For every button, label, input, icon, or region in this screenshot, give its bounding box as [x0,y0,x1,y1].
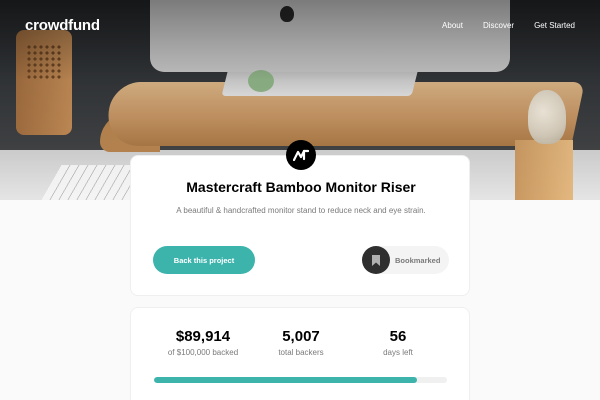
bookmark-icon-svg [372,254,380,266]
project-card: Mastercraft Bamboo Monitor Riser A beaut… [130,155,470,296]
nav-link-discover[interactable]: Discover [483,21,514,30]
progress-fill [154,377,418,383]
logo[interactable]: crowdfund [25,17,100,34]
project-description: A beautiful & handcrafted monitor stand … [176,206,426,215]
stat-days-label: days left [383,348,413,357]
mastercraft-logo-svg [293,149,309,161]
stat-backers: 5,007 total backers [251,328,351,357]
stat-backers-label: total backers [278,348,324,357]
bookmark-label: Bookmarked [395,255,441,265]
stat-days-value: 56 [389,328,407,345]
progress-bar [154,377,447,383]
bookmark-icon [362,246,390,274]
project-title: Mastercraft Bamboo Monitor Riser [186,179,416,195]
mastercraft-logo-icon [286,140,316,170]
nav-link-about[interactable]: About [442,21,463,30]
top-nav: crowdfund About Discover Get Started [0,0,600,52]
nav-link-get-started[interactable]: Get Started [534,21,575,30]
bookmark-button[interactable]: Bookmarked [362,246,449,274]
stat-days: 56 days left [348,328,448,357]
nav-links: About Discover Get Started [442,21,575,30]
back-project-button[interactable]: Back this project [153,246,255,274]
stat-backed-label: of $100,000 backed [167,348,239,357]
stat-backers-value: 5,007 [282,328,320,345]
stat-backed-value: $89,914 [175,328,231,345]
stats-card: $89,914 of $100,000 backed 5,007 total b… [130,307,470,400]
stat-backed: $89,914 of $100,000 backed [153,328,253,357]
